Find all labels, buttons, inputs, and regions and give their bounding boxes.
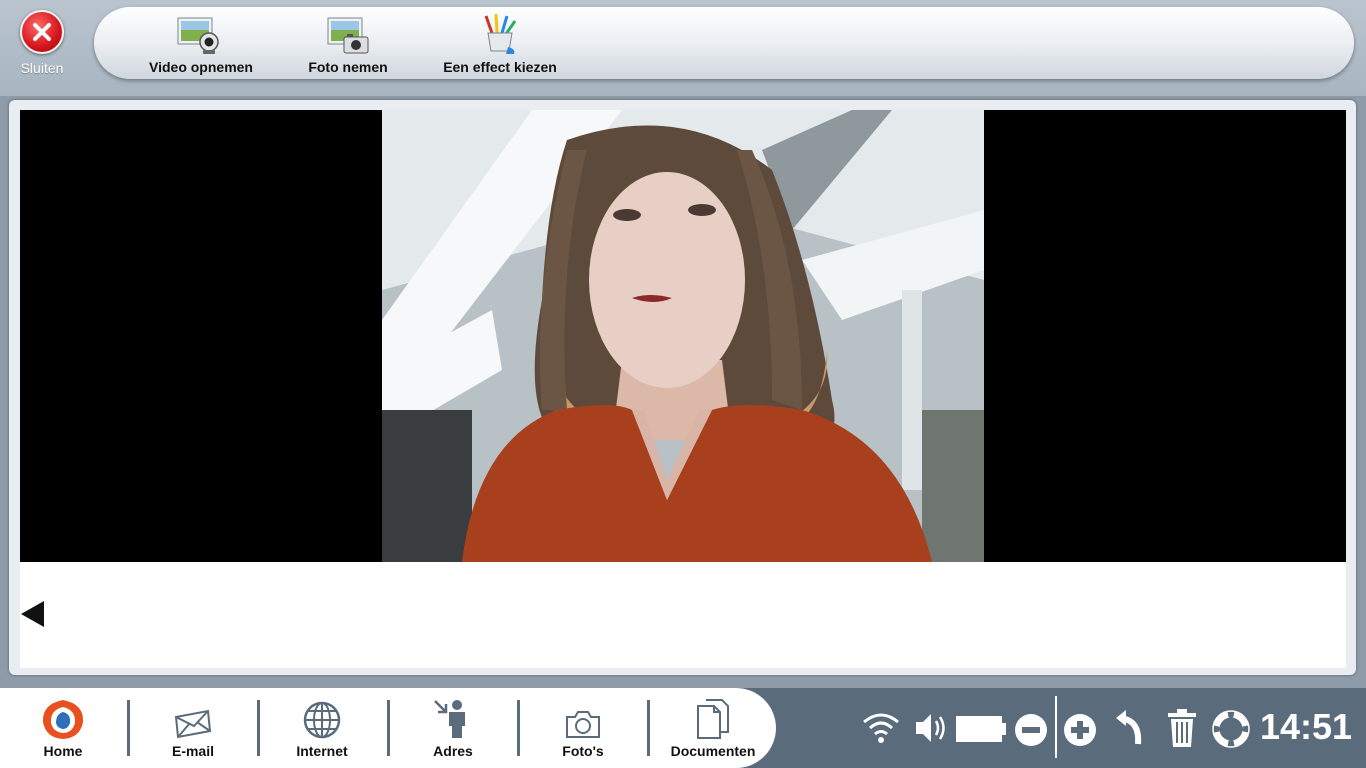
camera-feed-image [382, 110, 984, 562]
taskbar-item-address[interactable]: Adres [398, 688, 508, 768]
video-preview-area [20, 110, 1346, 562]
documents-icon [658, 688, 768, 740]
taskbar-item-documents[interactable]: Documenten [658, 688, 768, 768]
minus-circle-icon [1015, 714, 1047, 746]
clock: 14:51 [1260, 706, 1353, 747]
undo-arrow-icon [1116, 710, 1142, 745]
home-logo-icon [8, 688, 118, 740]
camera-icon [298, 9, 398, 55]
email-label: E-mail [171, 743, 214, 759]
brushes-icon [441, 9, 559, 55]
back-arrow-button[interactable] [20, 600, 46, 628]
choose-effect-button[interactable]: Een effect kiezen [441, 9, 559, 75]
taskbar-apps: Home E-mail Internet Adres Foto's Docume… [0, 688, 776, 768]
taskbar-item-photos[interactable]: Foto's [528, 688, 638, 768]
trash-icon [1168, 709, 1196, 747]
lifebuoy-icon [1212, 710, 1250, 748]
taskbar-item-home[interactable]: Home [8, 688, 118, 768]
undo-button[interactable] [1114, 710, 1148, 753]
record-video-label: Video opnemen [149, 59, 253, 75]
tray-divider [1055, 696, 1057, 758]
wifi-icon[interactable] [862, 710, 900, 749]
taskbar-divider [647, 700, 650, 756]
taskbar: Home E-mail Internet Adres Foto's Docume… [0, 688, 1366, 768]
triangle-left-icon [21, 601, 44, 627]
globe-icon [267, 688, 377, 740]
person-icon [398, 688, 508, 740]
trash-button[interactable] [1166, 708, 1198, 753]
internet-label: Internet [296, 743, 348, 759]
taskbar-divider [127, 700, 130, 756]
record-video-button[interactable]: Video opnemen [149, 9, 253, 75]
plus-circle-icon [1064, 714, 1096, 746]
zoom-out-button[interactable] [1013, 712, 1049, 753]
taskbar-divider [257, 700, 260, 756]
volume-icon[interactable] [913, 710, 949, 751]
camera-icon [528, 688, 638, 740]
help-button[interactable] [1212, 710, 1250, 753]
home-label: Home [43, 743, 83, 759]
main-panel [9, 100, 1356, 675]
webcam-icon [149, 9, 249, 55]
taskbar-divider [387, 700, 390, 756]
close-icon [20, 10, 64, 54]
toolbar: Video opnemen Foto nemen Een effect kiez… [94, 7, 1354, 79]
take-photo-label: Foto nemen [308, 59, 388, 75]
close-label: Sluiten [20, 60, 64, 76]
preview-container [20, 110, 1346, 668]
envelope-icon [138, 688, 248, 740]
taskbar-item-internet[interactable]: Internet [267, 688, 377, 768]
zoom-in-button[interactable] [1062, 712, 1098, 753]
taskbar-divider [517, 700, 520, 756]
take-photo-button[interactable]: Foto nemen [298, 9, 398, 75]
taskbar-item-email[interactable]: E-mail [138, 688, 248, 768]
address-label: Adres [433, 743, 473, 759]
battery-icon [955, 715, 1007, 748]
documents-label: Documenten [670, 743, 756, 759]
choose-effect-label: Een effect kiezen [443, 59, 557, 75]
close-button[interactable]: Sluiten [12, 8, 72, 78]
photos-label: Foto's [562, 743, 604, 759]
